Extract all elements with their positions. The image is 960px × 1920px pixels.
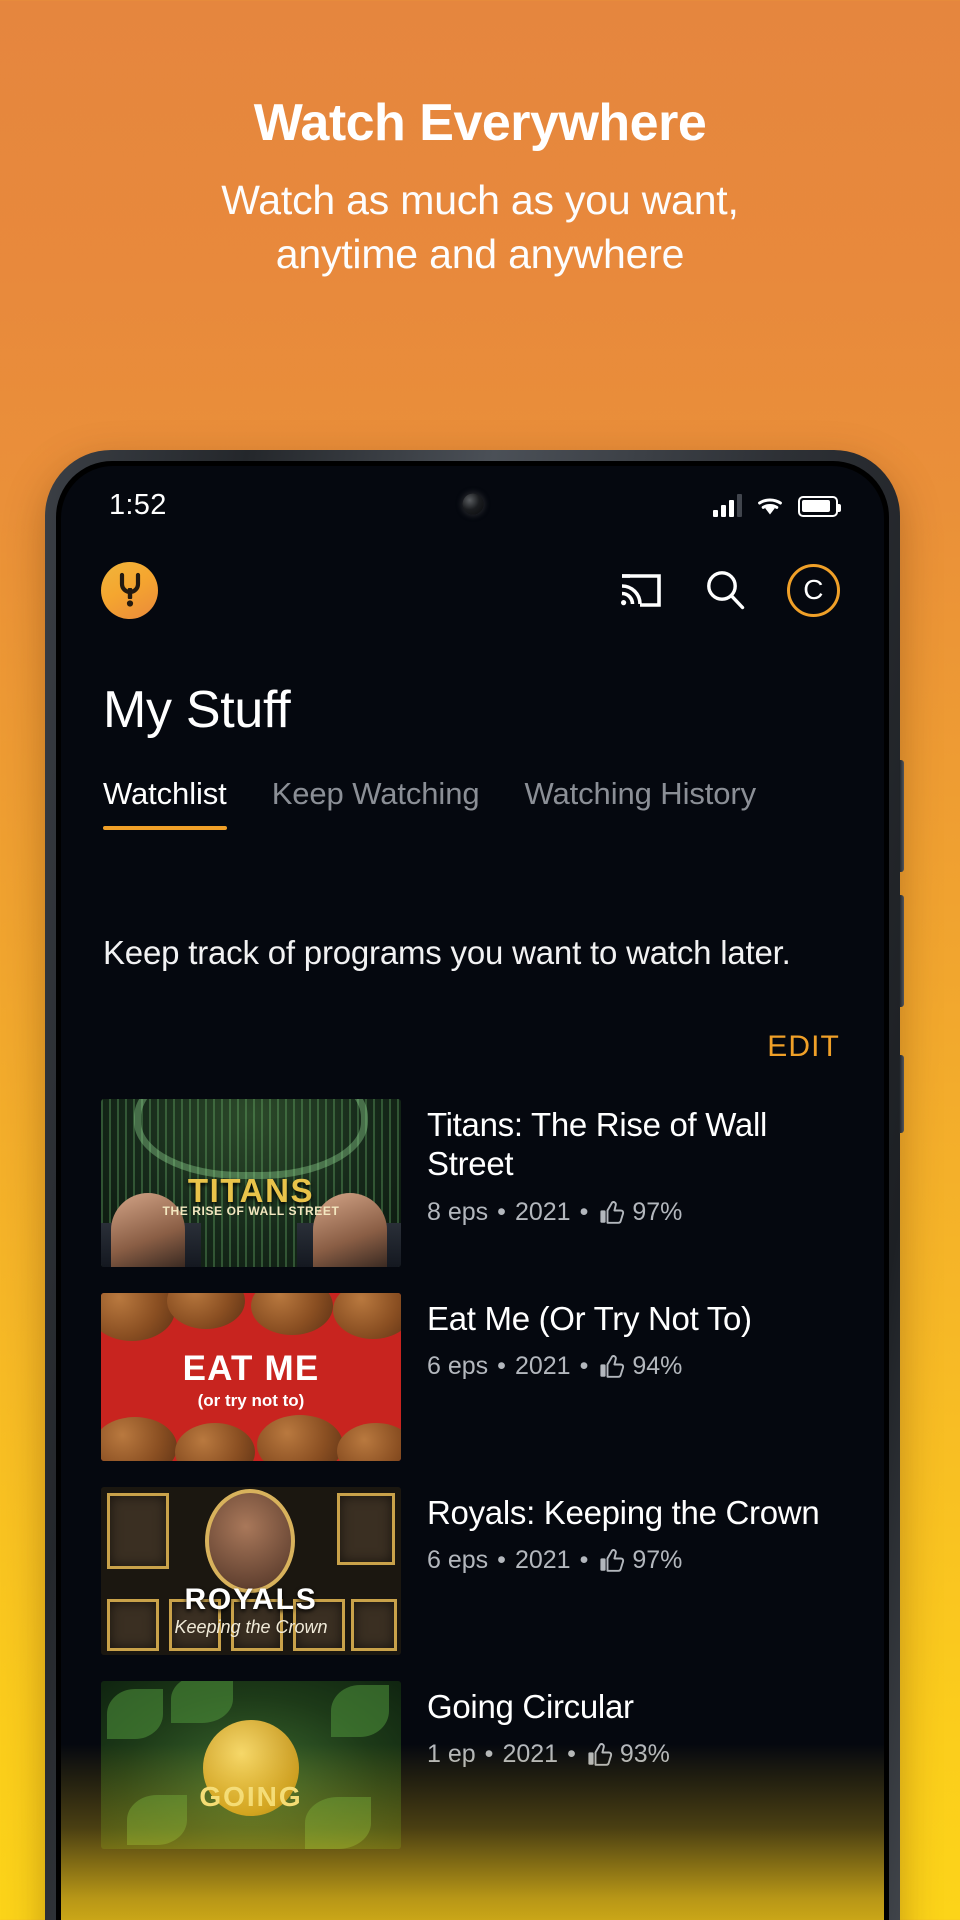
list-item-meta: 6 eps • 2021 • 94%	[427, 1352, 752, 1381]
power-button[interactable]	[899, 1055, 904, 1133]
list-item-meta: 1 ep • 2021 • 93%	[427, 1740, 670, 1769]
list-item[interactable]: ROYALS Keeping the Crown Royals: Keeping…	[61, 1474, 884, 1668]
thumbnail[interactable]: GOING	[101, 1680, 401, 1849]
thumbs-up-icon	[599, 1354, 625, 1379]
meta-separator: •	[484, 1740, 494, 1769]
art-subtitle: THE RISE OF WALL STREET	[162, 1204, 340, 1219]
tab-watching-history[interactable]: Watching History	[525, 776, 757, 830]
cellular-signal-icon	[712, 493, 742, 517]
episode-count: 8 eps	[427, 1197, 489, 1226]
front-camera-icon	[462, 493, 483, 515]
list-item-title: Royals: Keeping the Crown	[427, 1493, 820, 1531]
edit-row: EDIT	[61, 976, 884, 1064]
avatar[interactable]: C	[787, 563, 840, 617]
art-subtitle: (or try not to)	[197, 1390, 305, 1410]
promo-subtitle: Watch as much as you want, anytime and a…	[0, 173, 960, 281]
search-icon[interactable]	[703, 568, 747, 612]
thumbs-up-icon	[599, 1548, 625, 1573]
release-year: 2021	[514, 1352, 571, 1381]
cast-icon[interactable]	[618, 571, 663, 610]
tab-watchlist[interactable]: Watchlist	[103, 776, 227, 830]
watchlist-description: Keep track of programs you want to watch…	[103, 934, 791, 971]
app-bar: C	[61, 544, 884, 636]
rating-value: 97%	[632, 1197, 683, 1226]
tab-watchlist-label: Watchlist	[103, 776, 227, 811]
phone-screen: 1:52 C My Stuff Watchlist Keep Watching …	[61, 466, 884, 1920]
art-title: ROYALS	[184, 1582, 318, 1616]
promo-subtitle-line-2: anytime and anywhere	[275, 230, 685, 277]
battery-icon	[798, 495, 841, 517]
tab-inactive-indicator	[525, 826, 757, 830]
list-item[interactable]: GOING Going Circular 1 ep • 2021 • 93%	[61, 1668, 884, 1862]
list-item-title: Going Circular	[427, 1687, 634, 1725]
status-time: 1:52	[109, 488, 167, 521]
rating-value: 93%	[619, 1740, 670, 1769]
episode-count: 6 eps	[427, 1546, 489, 1575]
promo-title: Watch Everywhere	[253, 94, 707, 152]
app-bar-actions: C	[618, 563, 840, 617]
thumbs-up-icon	[599, 1200, 625, 1225]
release-year: 2021	[514, 1197, 571, 1226]
phone-bezel: 1:52 C My Stuff Watchlist Keep Watching …	[56, 461, 889, 1920]
status-bar: 1:52	[61, 466, 884, 544]
thumbnail[interactable]: ROYALS Keeping the Crown	[101, 1486, 401, 1655]
promo-subtitle-line-1: Watch as much as you want,	[221, 176, 739, 223]
list-item-body: Royals: Keeping the Crown 6 eps • 2021 •	[427, 1487, 820, 1576]
meta-separator: •	[497, 1197, 506, 1226]
volume-down-button[interactable]	[899, 895, 904, 1007]
list-item-body: Going Circular 1 ep • 2021 • 93%	[427, 1681, 670, 1770]
tab-inactive-indicator	[272, 826, 480, 830]
art-title: GOING	[199, 1781, 303, 1813]
art-title: EAT ME	[182, 1348, 320, 1388]
tab-keep-watching-label: Keep Watching	[271, 776, 480, 811]
meta-separator: •	[497, 1352, 506, 1381]
tab-watching-history-label: Watching History	[524, 776, 757, 811]
phone-mockup: 1:52 C My Stuff Watchlist Keep Watching …	[45, 450, 904, 1920]
release-year: 2021	[514, 1546, 571, 1575]
watchlist: TITANS THE RISE OF WALL STREET Titans: T…	[61, 1064, 884, 1862]
release-year: 2021	[502, 1740, 559, 1769]
meta-separator: •	[567, 1740, 576, 1769]
list-item-title: Titans: The Rise of Wall Street	[427, 1105, 768, 1183]
rating-value: 97%	[632, 1546, 683, 1575]
thumbs-up-icon	[587, 1742, 613, 1767]
page-title: My Stuff	[103, 681, 291, 739]
volume-up-button[interactable]	[899, 760, 904, 872]
meta-separator: •	[579, 1546, 589, 1575]
avatar-initial: C	[803, 574, 824, 605]
list-item-body: Titans: The Rise of Wall Street 8 eps • …	[427, 1099, 850, 1227]
list-item-title: Eat Me (Or Try Not To)	[427, 1299, 752, 1337]
edit-button[interactable]: EDIT	[767, 1030, 840, 1064]
status-icons	[712, 493, 841, 517]
list-item-body: Eat Me (Or Try Not To) 6 eps • 2021 • 94…	[427, 1293, 752, 1382]
episode-count: 6 eps	[427, 1352, 489, 1381]
list-item[interactable]: EAT ME (or try not to) Eat Me (Or Try No…	[61, 1280, 884, 1474]
list-item-meta: 8 eps • 2021 • 97%	[427, 1198, 850, 1227]
tab-bar: Watchlist Keep Watching Watching History	[61, 740, 884, 830]
tuning-fork-logo-icon[interactable]	[101, 561, 158, 619]
rating-value: 94%	[632, 1352, 683, 1381]
meta-separator: •	[579, 1352, 589, 1381]
thumbnail[interactable]: EAT ME (or try not to)	[101, 1292, 401, 1461]
promo-banner: Watch Everywhere Watch as much as you wa…	[0, 0, 960, 281]
thumbnail[interactable]: TITANS THE RISE OF WALL STREET	[101, 1098, 401, 1267]
wifi-icon	[758, 498, 782, 514]
meta-separator: •	[497, 1546, 506, 1575]
tab-active-indicator	[103, 826, 227, 830]
art-subtitle: Keeping the Crown	[174, 1616, 328, 1637]
list-item-meta: 6 eps • 2021 • 97%	[427, 1546, 819, 1575]
list-item[interactable]: TITANS THE RISE OF WALL STREET Titans: T…	[61, 1086, 884, 1280]
meta-separator: •	[579, 1197, 589, 1226]
episode-count: 1 ep	[427, 1740, 476, 1769]
tab-keep-watching[interactable]: Keep Watching	[272, 776, 480, 830]
